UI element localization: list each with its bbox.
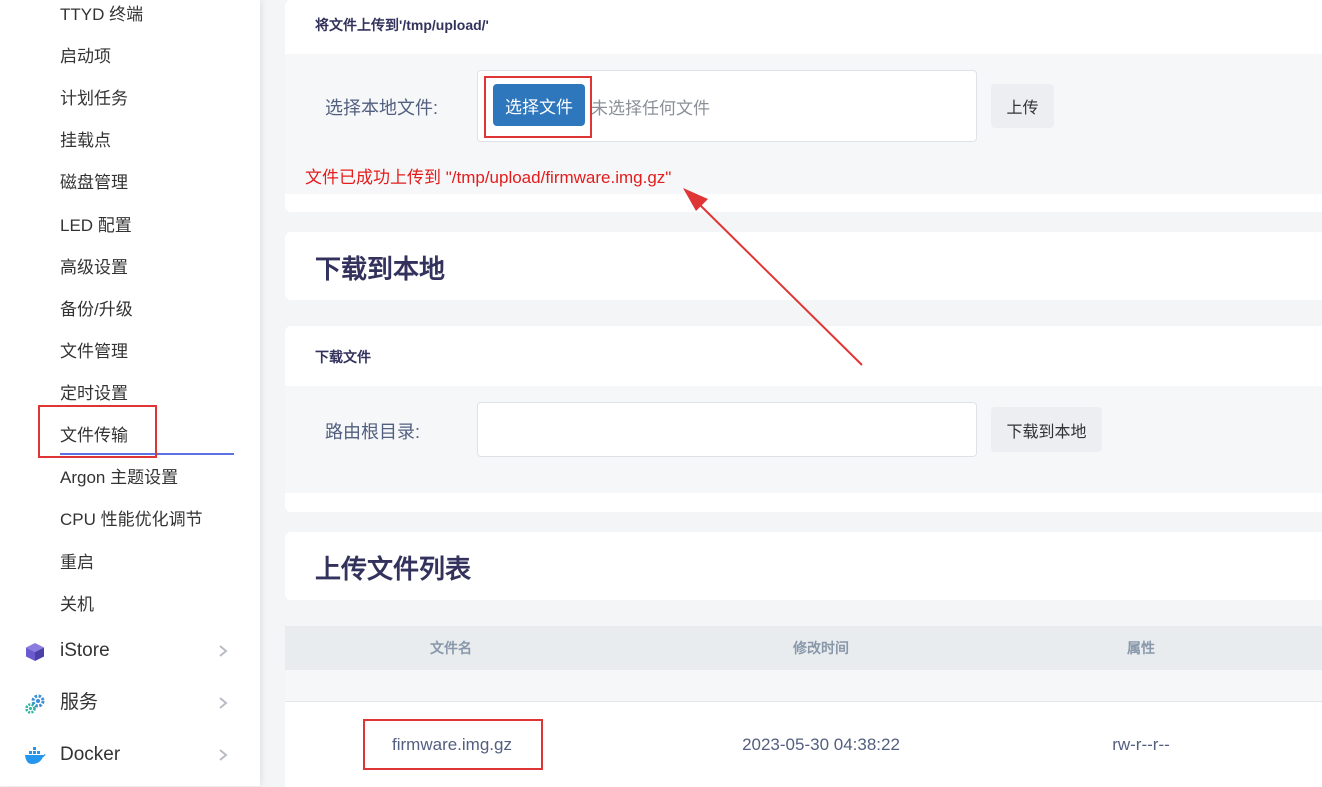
sidebar-item-advanced[interactable]: 高级设置 bbox=[60, 253, 128, 283]
sidebar-item-filemanager[interactable]: 文件管理 bbox=[60, 337, 128, 367]
docker-whale-icon bbox=[25, 747, 46, 764]
sidebar-item-crontab[interactable]: 计划任务 bbox=[60, 84, 128, 114]
column-header-mtime: 修改时间 bbox=[793, 640, 849, 656]
upload-success-message: 文件已成功上传到 "/tmp/upload/firmware.img.gz" bbox=[305, 168, 672, 187]
sidebar-item-docker[interactable]: Docker bbox=[0, 735, 260, 775]
sidebar: TTYD 终端 启动项 计划任务 挂载点 磁盘管理 LED 配置 高级设置 备份… bbox=[0, 0, 260, 786]
sidebar-item-backup[interactable]: 备份/升级 bbox=[60, 295, 133, 325]
sidebar-item-led[interactable]: LED 配置 bbox=[60, 211, 132, 241]
sidebar-item-istore[interactable]: iStore bbox=[0, 631, 260, 671]
download-title: 下载到本地 bbox=[315, 254, 446, 284]
chevron-right-icon bbox=[219, 697, 228, 709]
upload-button[interactable]: 上传 bbox=[991, 84, 1054, 128]
sidebar-item-label: Docker bbox=[60, 744, 121, 765]
download-subtitle: 下载文件 bbox=[315, 349, 371, 365]
sidebar-item-argon[interactable]: Argon 主题设置 bbox=[60, 463, 178, 493]
upload-label: 选择本地文件: bbox=[325, 98, 439, 118]
sidebar-item-shutdown[interactable]: 关机 bbox=[60, 590, 94, 620]
annotation-box-choose-file bbox=[484, 76, 592, 138]
file-mtime-cell: 2023-05-30 04:38:22 bbox=[742, 735, 900, 754]
download-button[interactable]: 下载到本地 bbox=[991, 407, 1102, 452]
sidebar-item-cpufreq[interactable]: CPU 性能优化调节 bbox=[60, 505, 203, 535]
sidebar-item-reboot[interactable]: 重启 bbox=[60, 548, 94, 578]
sidebar-item-ttyd[interactable]: TTYD 终端 bbox=[60, 0, 143, 30]
sidebar-item-services[interactable]: 服务 bbox=[0, 683, 260, 723]
chevron-right-icon bbox=[219, 749, 228, 761]
sidebar-item-disk[interactable]: 磁盘管理 bbox=[60, 168, 128, 198]
table-spacer-row bbox=[285, 670, 1322, 701]
annotation-box-file-name bbox=[363, 719, 543, 770]
sidebar-item-mounts[interactable]: 挂载点 bbox=[60, 126, 111, 156]
sidebar-item-label: iStore bbox=[60, 640, 110, 661]
column-header-attr: 属性 bbox=[1127, 640, 1155, 656]
download-path-input[interactable] bbox=[477, 402, 977, 457]
upload-subtitle: 将文件上传到'/tmp/upload/' bbox=[315, 17, 489, 33]
column-header-name: 文件名 bbox=[430, 640, 472, 656]
sidebar-item-startup[interactable]: 启动项 bbox=[60, 42, 111, 72]
annotation-box-active-item bbox=[38, 405, 157, 458]
sidebar-item-label: 服务 bbox=[60, 692, 99, 713]
cube-icon bbox=[26, 643, 44, 661]
file-list-title: 上传文件列表 bbox=[315, 554, 472, 584]
gears-icon bbox=[25, 694, 45, 714]
download-label: 路由根目录: bbox=[325, 422, 421, 442]
no-file-text: 未选择任何文件 bbox=[591, 99, 710, 118]
file-attr-cell: rw-r--r-- bbox=[1112, 735, 1170, 754]
chevron-right-icon bbox=[219, 645, 228, 657]
